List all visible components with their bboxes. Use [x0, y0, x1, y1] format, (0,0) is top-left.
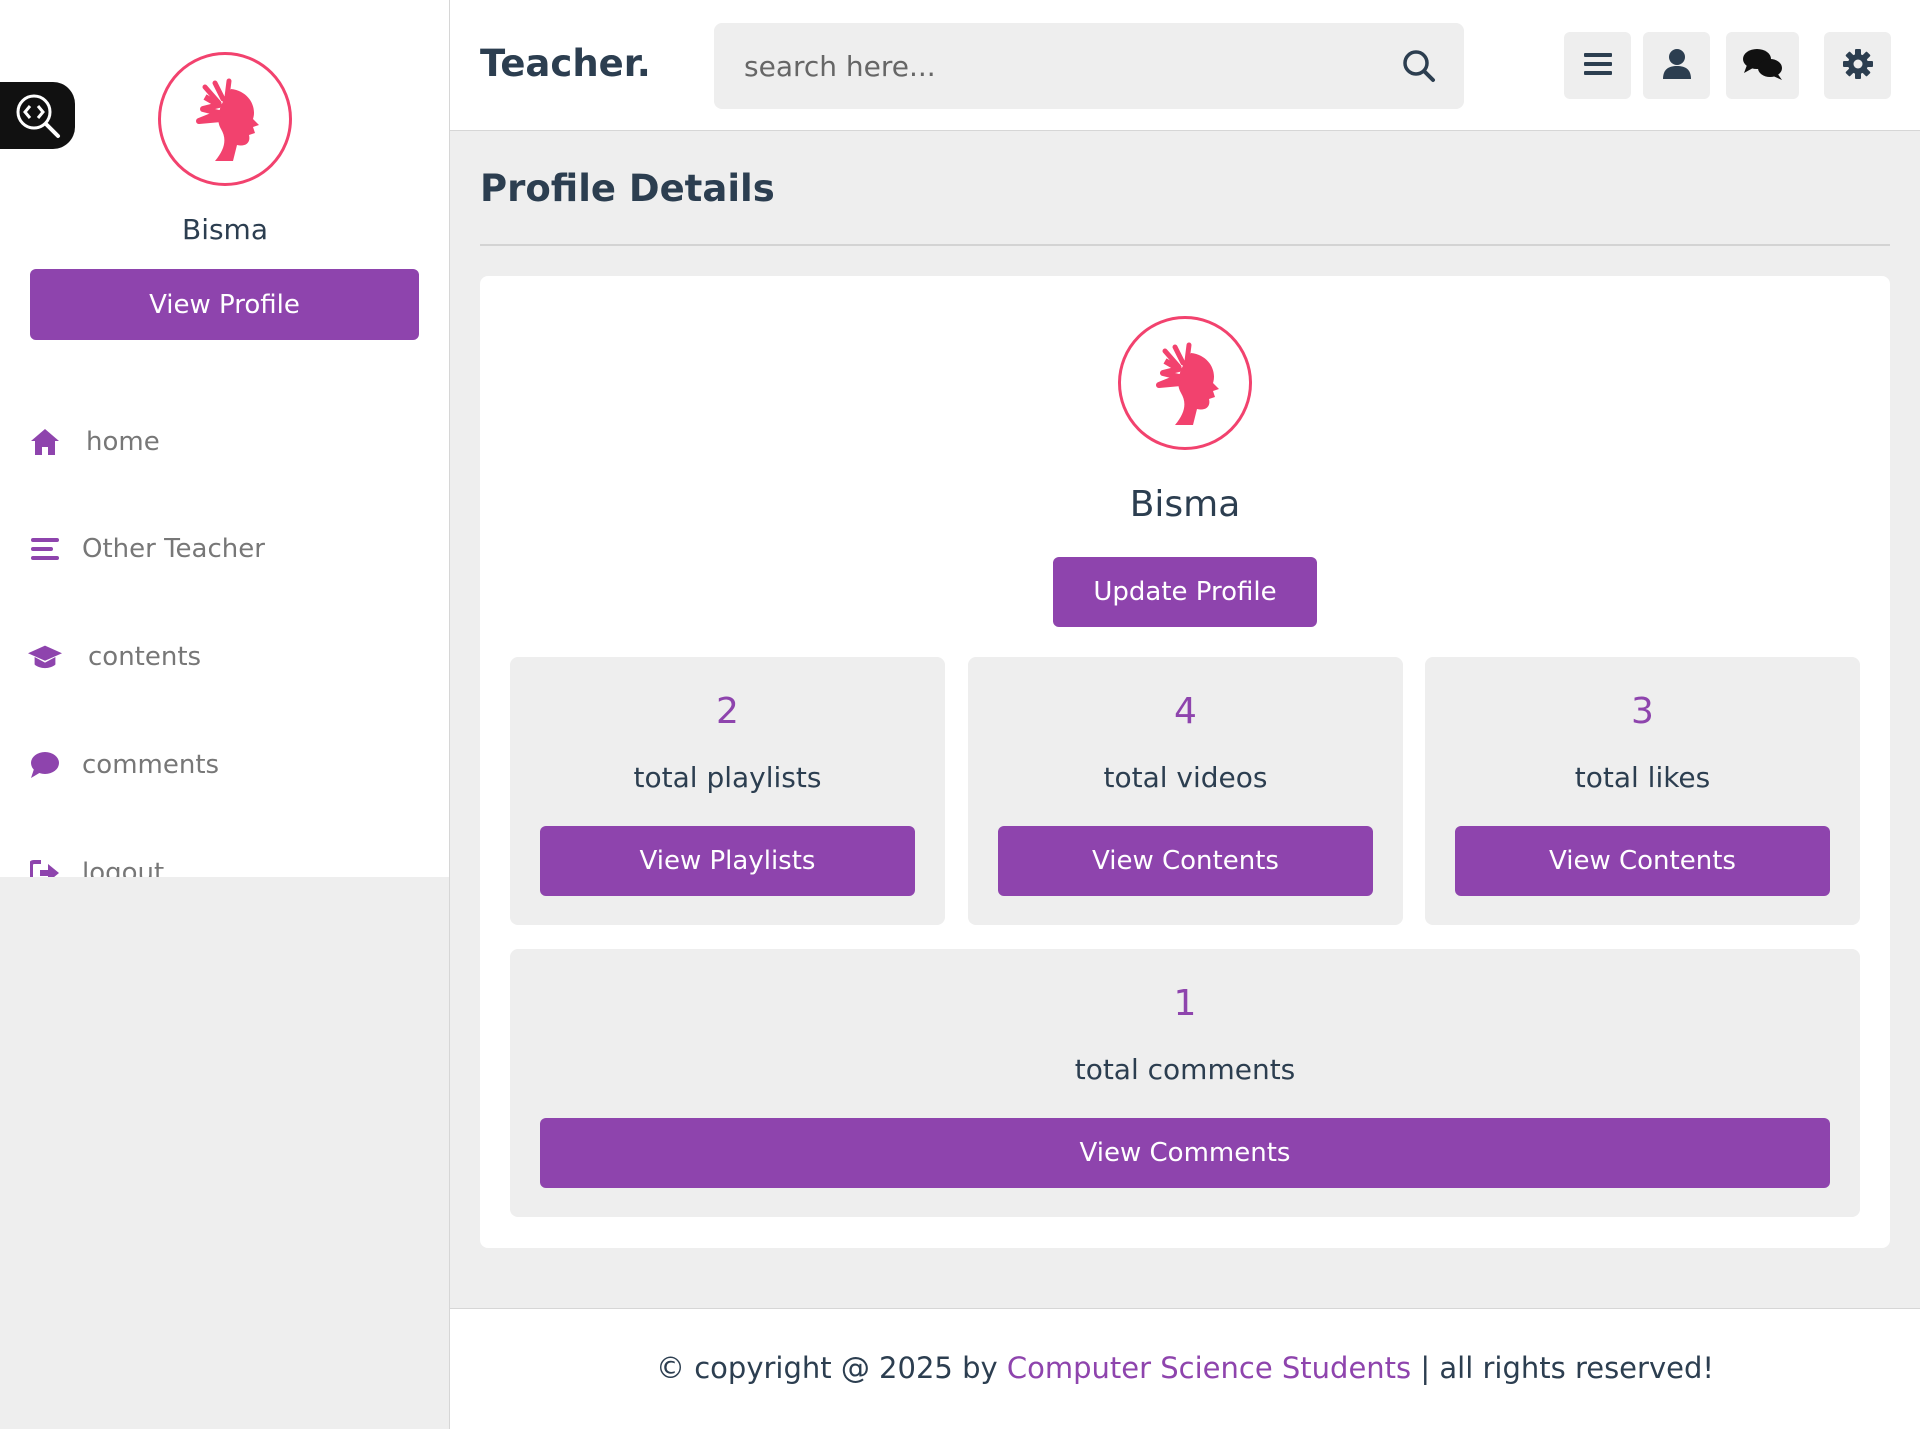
page-title: Profile Details: [480, 167, 775, 210]
sidebar-item-contents[interactable]: contents: [28, 627, 201, 687]
chat-icon: [1742, 47, 1784, 85]
copyright-text: © copyright @ 2025 by Computer Science S…: [450, 1351, 1920, 1385]
sidebar-item-label: contents: [88, 642, 202, 672]
view-contents-likes-button[interactable]: View Contents: [1455, 826, 1830, 896]
sidebar-background: [0, 877, 450, 1429]
view-profile-button[interactable]: View Profile: [30, 269, 419, 340]
stat-value: 3: [1631, 691, 1654, 732]
stat-card-comments: 1 total comments View Comments: [510, 949, 1860, 1217]
profile-card: Bisma Update Profile 2 total playlists V…: [480, 276, 1890, 1248]
app-logo[interactable]: Teacher.: [480, 42, 651, 85]
sidebar-item-label: home: [86, 427, 160, 457]
stat-card-videos: 4 total videos View Contents: [968, 657, 1403, 925]
profile-user-name: Bisma: [1129, 484, 1241, 525]
menu-icon: [1583, 51, 1612, 81]
graduation-cap-icon: [28, 640, 62, 674]
sidebar-item-comments[interactable]: comments: [28, 735, 219, 795]
divider: [480, 244, 1890, 246]
search-icon[interactable]: [1402, 49, 1436, 83]
footer-link[interactable]: Computer Science Students: [1007, 1351, 1411, 1385]
home-icon: [28, 425, 62, 459]
view-comments-button[interactable]: View Comments: [540, 1118, 1830, 1188]
search-box: [714, 23, 1464, 109]
stat-value: 1: [1173, 983, 1197, 1024]
avatar[interactable]: [158, 52, 292, 186]
stat-value: 4: [1174, 691, 1197, 732]
stat-label: total comments: [1074, 1053, 1296, 1086]
stat-card-playlists: 2 total playlists View Playlists: [510, 657, 945, 925]
sidebar-item-home[interactable]: home: [28, 412, 160, 472]
sidebar-user-name: Bisma: [181, 213, 268, 246]
chat-button[interactable]: [1726, 32, 1799, 99]
search-input[interactable]: [744, 23, 1364, 109]
avatar[interactable]: [1118, 316, 1252, 450]
stat-card-likes: 3 total likes View Contents: [1425, 657, 1860, 925]
stat-label: total playlists: [633, 761, 822, 794]
woman-logo-icon: [1156, 342, 1219, 425]
header: Teacher.: [450, 0, 1920, 131]
view-playlists-button[interactable]: View Playlists: [540, 826, 915, 896]
settings-icon: [1842, 48, 1874, 84]
sidebar-item-label: Other Teacher: [82, 534, 265, 564]
sidebar-profile: Bisma: [0, 52, 450, 246]
stat-label: total videos: [1103, 761, 1268, 794]
bars-icon: [28, 532, 62, 566]
view-contents-button[interactable]: View Contents: [998, 826, 1373, 896]
user-button[interactable]: [1643, 32, 1710, 99]
comment-icon: [28, 748, 62, 782]
copyright-prefix: © copyright @ 2025 by: [656, 1351, 1007, 1385]
stat-value: 2: [716, 691, 739, 732]
sidebar: Bisma View Profile home Other Teacher co…: [0, 0, 450, 888]
settings-button[interactable]: [1824, 32, 1891, 99]
stat-label: total likes: [1574, 761, 1711, 794]
footer: © copyright @ 2025 by Computer Science S…: [450, 1308, 1920, 1429]
sidebar-item-other-teacher[interactable]: Other Teacher: [28, 519, 265, 579]
menu-button[interactable]: [1564, 32, 1631, 99]
copyright-suffix: | all rights reserved!: [1411, 1351, 1714, 1385]
sidebar-item-label: comments: [82, 750, 220, 780]
update-profile-button[interactable]: Update Profile: [1053, 557, 1317, 627]
user-icon: [1662, 48, 1692, 84]
woman-logo-icon: [196, 78, 259, 161]
